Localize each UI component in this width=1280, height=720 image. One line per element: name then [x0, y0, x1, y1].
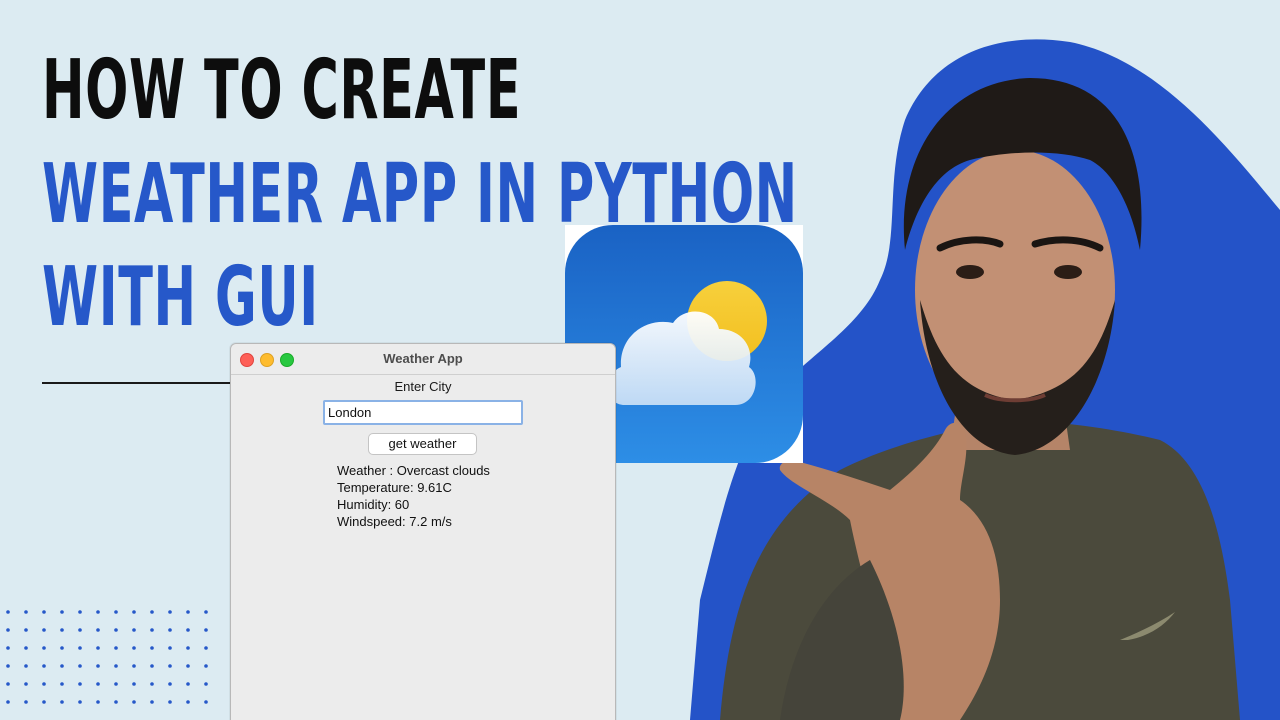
- window-titlebar: Weather App: [231, 344, 615, 375]
- get-weather-button[interactable]: get weather: [368, 433, 477, 455]
- weather-results: Weather : Overcast clouds Temperature: 9…: [337, 462, 490, 530]
- result-humidity: Humidity: 60: [337, 497, 410, 512]
- enter-city-label: Enter City: [394, 379, 452, 394]
- result-windspeed: Windspeed: 7.2 m/s: [337, 514, 452, 529]
- window-title: Weather App: [383, 351, 463, 366]
- city-input[interactable]: [323, 400, 523, 425]
- result-weather: Weather : Overcast clouds: [337, 463, 490, 478]
- result-temperature: Temperature: 9.61C: [337, 480, 452, 495]
- weather-app-window: Weather App Enter City get weather Weath…: [230, 343, 616, 720]
